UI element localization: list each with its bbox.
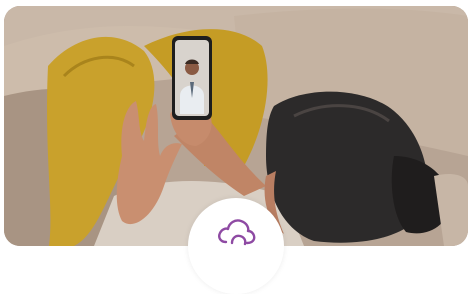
cloud-icon bbox=[218, 219, 256, 246]
feature-badge bbox=[188, 198, 284, 294]
